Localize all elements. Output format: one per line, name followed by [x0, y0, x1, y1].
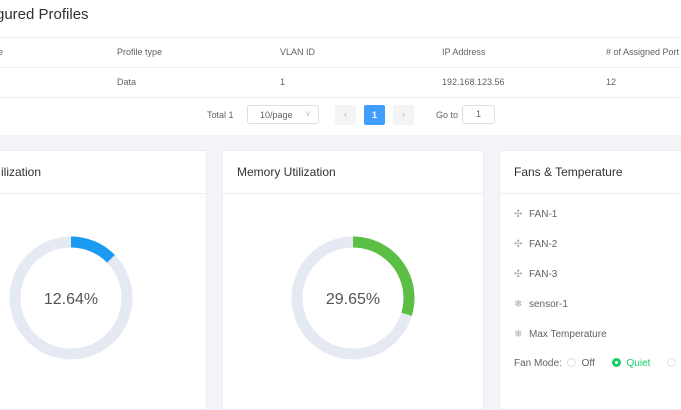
- fan-mode-label: Fan Mode:: [514, 358, 562, 369]
- panel-header: Fans & Temperature: [500, 151, 681, 194]
- page-number-button[interactable]: 1: [364, 105, 385, 125]
- chevron-right-icon: ›: [401, 109, 406, 121]
- thermometer-icon: ❄: [514, 299, 523, 310]
- memory-gauge: 29.65%: [291, 236, 415, 360]
- column-header-name[interactable]: e: [0, 38, 3, 67]
- memory-percent-label: 29.65%: [326, 291, 380, 308]
- column-header-assigned-ports[interactable]: # of Assigned Port: [606, 38, 679, 67]
- column-header-ip-address[interactable]: IP Address: [442, 38, 485, 67]
- fan-item-fan-2: ✣ FAN-2: [514, 239, 557, 250]
- fan-icon: ✣: [514, 209, 523, 220]
- memory-utilization-panel: Memory Utilization 29.65%: [222, 150, 484, 410]
- fan-mode-off-radio[interactable]: Off: [566, 358, 595, 369]
- fan-mode-group: Fan Mode: Off Quiet: [514, 358, 677, 369]
- fans-temperature-panel: Fans & Temperature ✣ FAN-1 ✣ FAN-2 ✣ FAN-3 …: [499, 150, 681, 410]
- radio-selected-icon: [611, 358, 621, 367]
- radio-icon: [566, 358, 576, 367]
- radio-label: Quiet: [626, 358, 651, 369]
- fan-item-fan-3: ✣ FAN-3: [514, 269, 557, 280]
- goto-page-input[interactable]: 1: [462, 105, 495, 124]
- sensor-item-sensor-1: ❄ sensor-1: [514, 299, 568, 310]
- fan-item-fan-1: ✣ FAN-1: [514, 209, 557, 220]
- chevron-down-icon: ∨: [305, 109, 311, 118]
- cpu-panel-title: ilization: [1, 165, 42, 179]
- cell-ip-address: 192.168.123.56: [442, 77, 505, 87]
- radio-icon: [667, 358, 677, 367]
- cell-profile-type: Data: [117, 77, 137, 87]
- column-header-vlan-id[interactable]: VLAN ID: [280, 38, 315, 67]
- prev-page-button[interactable]: ‹: [335, 105, 356, 125]
- page-size-select[interactable]: 10/page ∨: [247, 105, 319, 124]
- table-row[interactable]: Data 1 192.168.123.56 12: [0, 67, 681, 98]
- table-divider: [0, 97, 681, 98]
- memory-panel-title: Memory Utilization: [237, 165, 336, 179]
- column-header-profile-type[interactable]: Profile type: [117, 38, 162, 67]
- cell-assigned-ports: 12: [606, 77, 617, 87]
- radio-label: Off: [581, 358, 595, 369]
- cpu-gauge: 12.64%: [9, 236, 133, 360]
- goto-label: Go to: [436, 110, 459, 120]
- fans-panel-title: Fans & Temperature: [514, 165, 623, 179]
- fan-mode-quiet-radio[interactable]: Quiet: [611, 358, 651, 369]
- configured-profiles-card: gured Profiles e Profile type VLAN ID IP…: [0, 0, 681, 135]
- cpu-percent-label: 12.64%: [44, 291, 98, 308]
- fan-mode-next-radio[interactable]: [667, 358, 677, 369]
- fan-label: FAN-2: [529, 239, 558, 250]
- page-title: gured Profiles: [0, 6, 89, 23]
- panel-header: ilization: [0, 151, 206, 194]
- pagination-total: Total 1: [207, 110, 234, 120]
- fan-label: FAN-3: [529, 269, 558, 280]
- sensor-item-max-temperature: ❄ Max Temperature: [514, 329, 607, 340]
- chevron-left-icon: ‹: [343, 109, 348, 121]
- page-size-value: 10/page: [260, 110, 293, 120]
- table-header: e Profile type VLAN ID IP Address # of A…: [0, 37, 681, 68]
- fan-label: FAN-1: [529, 209, 558, 220]
- sensor-label: Max Temperature: [529, 329, 607, 340]
- sensor-label: sensor-1: [529, 299, 568, 310]
- cell-vlan-id: 1: [280, 77, 286, 87]
- next-page-button[interactable]: ›: [393, 105, 414, 125]
- fan-icon: ✣: [514, 269, 523, 280]
- fan-icon: ✣: [514, 239, 523, 250]
- cpu-utilization-panel: ilization 12.64%: [0, 150, 207, 410]
- pagination: Total 1 10/page ∨ ‹ 1 › Go to 1: [0, 104, 681, 126]
- panel-header: Memory Utilization: [223, 151, 483, 194]
- thermometer-icon: ❄: [514, 329, 523, 340]
